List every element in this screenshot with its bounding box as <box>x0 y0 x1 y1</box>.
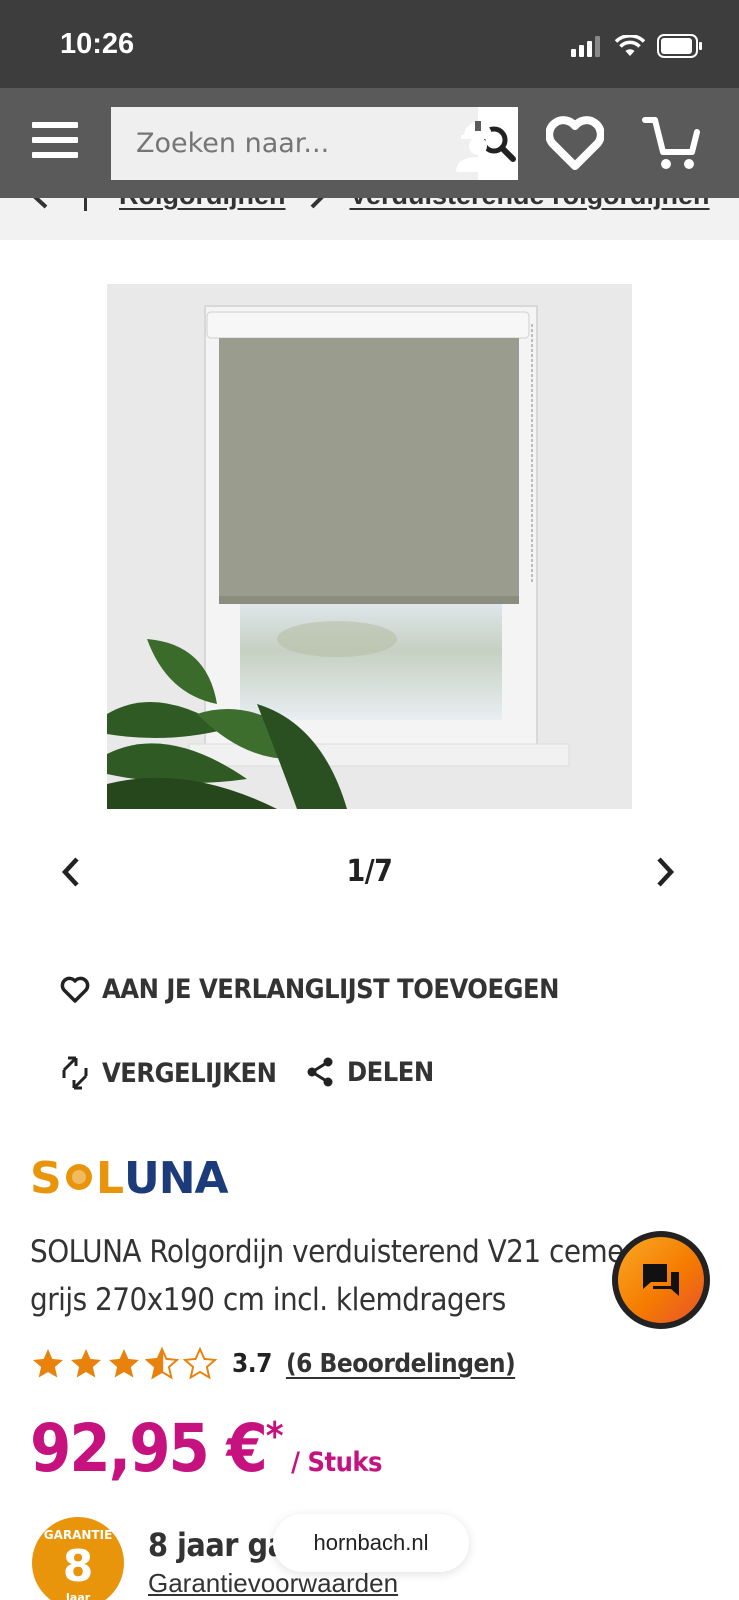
heart-icon <box>545 116 605 170</box>
cart-button[interactable] <box>642 114 702 179</box>
rating-value: 3.7 <box>232 1349 272 1379</box>
site-header <box>0 88 739 198</box>
guarantee-badge: GARANTIE 8 Jaar <box>30 1515 126 1600</box>
share-button[interactable]: DELEN <box>305 1056 434 1088</box>
svg-text:L: L <box>96 1153 123 1199</box>
battery-icon <box>657 34 702 58</box>
guarantee-badge-top: GARANTIE <box>44 1528 113 1542</box>
guarantee-badge-bottom: Jaar <box>65 1591 91 1600</box>
share-label: DELEN <box>347 1056 434 1088</box>
svg-text:S: S <box>30 1153 61 1199</box>
chevron-right-icon <box>657 857 675 887</box>
breadcrumb: Rolgordijnen Verduisterende rolgordijnen <box>0 198 739 240</box>
worker-account-icon <box>456 121 500 172</box>
wifi-icon <box>615 35 645 56</box>
compare-icon <box>62 1056 88 1090</box>
star-icon <box>33 1349 63 1378</box>
back-chevron-icon[interactable] <box>28 198 52 211</box>
breadcrumb-divider <box>84 198 87 211</box>
gallery-next-button[interactable] <box>652 854 678 895</box>
star-half-icon <box>144 1346 180 1380</box>
rating-stars <box>30 1346 218 1382</box>
brand-logo[interactable]: S L UNA <box>30 1153 260 1204</box>
product-price: 92,95 € * / Stuks <box>30 1410 383 1487</box>
product-image[interactable] <box>107 284 632 809</box>
star-empty-icon <box>182 1346 218 1380</box>
soluna-logo: S L UNA <box>30 1153 230 1204</box>
chat-button[interactable] <box>612 1231 710 1329</box>
menu-icon[interactable] <box>32 122 78 162</box>
gallery-pager: 1/7 <box>0 848 739 898</box>
compare-button[interactable]: VERGELIJKEN <box>60 1056 277 1090</box>
status-bar: 10:26 <box>0 0 739 88</box>
chat-icon <box>643 1264 679 1296</box>
wishlist-label: AAN JE VERLANGLIJST TOEVOEGEN <box>102 974 559 1005</box>
search-bar <box>111 107 518 180</box>
heart-outline-icon <box>60 976 90 1003</box>
price-unit: / Stuks <box>291 1447 383 1478</box>
product-title: SOLUNA Rolgordijn verduisterend V21 ceme… <box>30 1234 652 1318</box>
status-icons <box>571 34 703 58</box>
add-to-wishlist-button[interactable]: AAN JE VERLANGLIJST TOEVOEGEN <box>60 974 559 1005</box>
price-amount: 92,95 € <box>30 1410 268 1487</box>
star-icon <box>109 1349 139 1378</box>
breadcrumb-item-verduisterende[interactable]: Verduisterende rolgordijnen <box>349 198 709 211</box>
svg-text:UNA: UNA <box>124 1153 229 1199</box>
cart-icon <box>642 117 700 169</box>
signal-icon <box>571 36 600 57</box>
browser-url-pill[interactable]: hornbach.nl <box>273 1514 469 1572</box>
product-rating: 3.7 (6 Beoordelingen) <box>30 1346 516 1382</box>
share-icon <box>307 1057 333 1087</box>
price-asterisk: * <box>265 1414 284 1458</box>
guarantee-conditions-link[interactable]: Garantievoorwaarden <box>148 1568 398 1599</box>
wishlist-button[interactable] <box>545 116 605 175</box>
breadcrumb-item-rolgordijnen[interactable]: Rolgordijnen <box>119 198 285 211</box>
compare-label: VERGELIJKEN <box>102 1057 277 1089</box>
gallery-counter: 1/7 <box>346 854 393 889</box>
chevron-right-icon <box>311 198 324 208</box>
product-photo <box>107 284 632 809</box>
browser-url: hornbach.nl <box>313 1530 429 1555</box>
account-button[interactable] <box>448 114 508 179</box>
status-time: 10:26 <box>60 28 135 60</box>
reviews-link[interactable]: (6 Beoordelingen) <box>286 1349 516 1379</box>
guarantee-badge-number: 8 <box>63 1541 94 1592</box>
search-input[interactable] <box>111 107 478 180</box>
guarantee-badge-icon: GARANTIE 8 Jaar <box>32 1517 124 1600</box>
star-icon <box>71 1349 101 1378</box>
